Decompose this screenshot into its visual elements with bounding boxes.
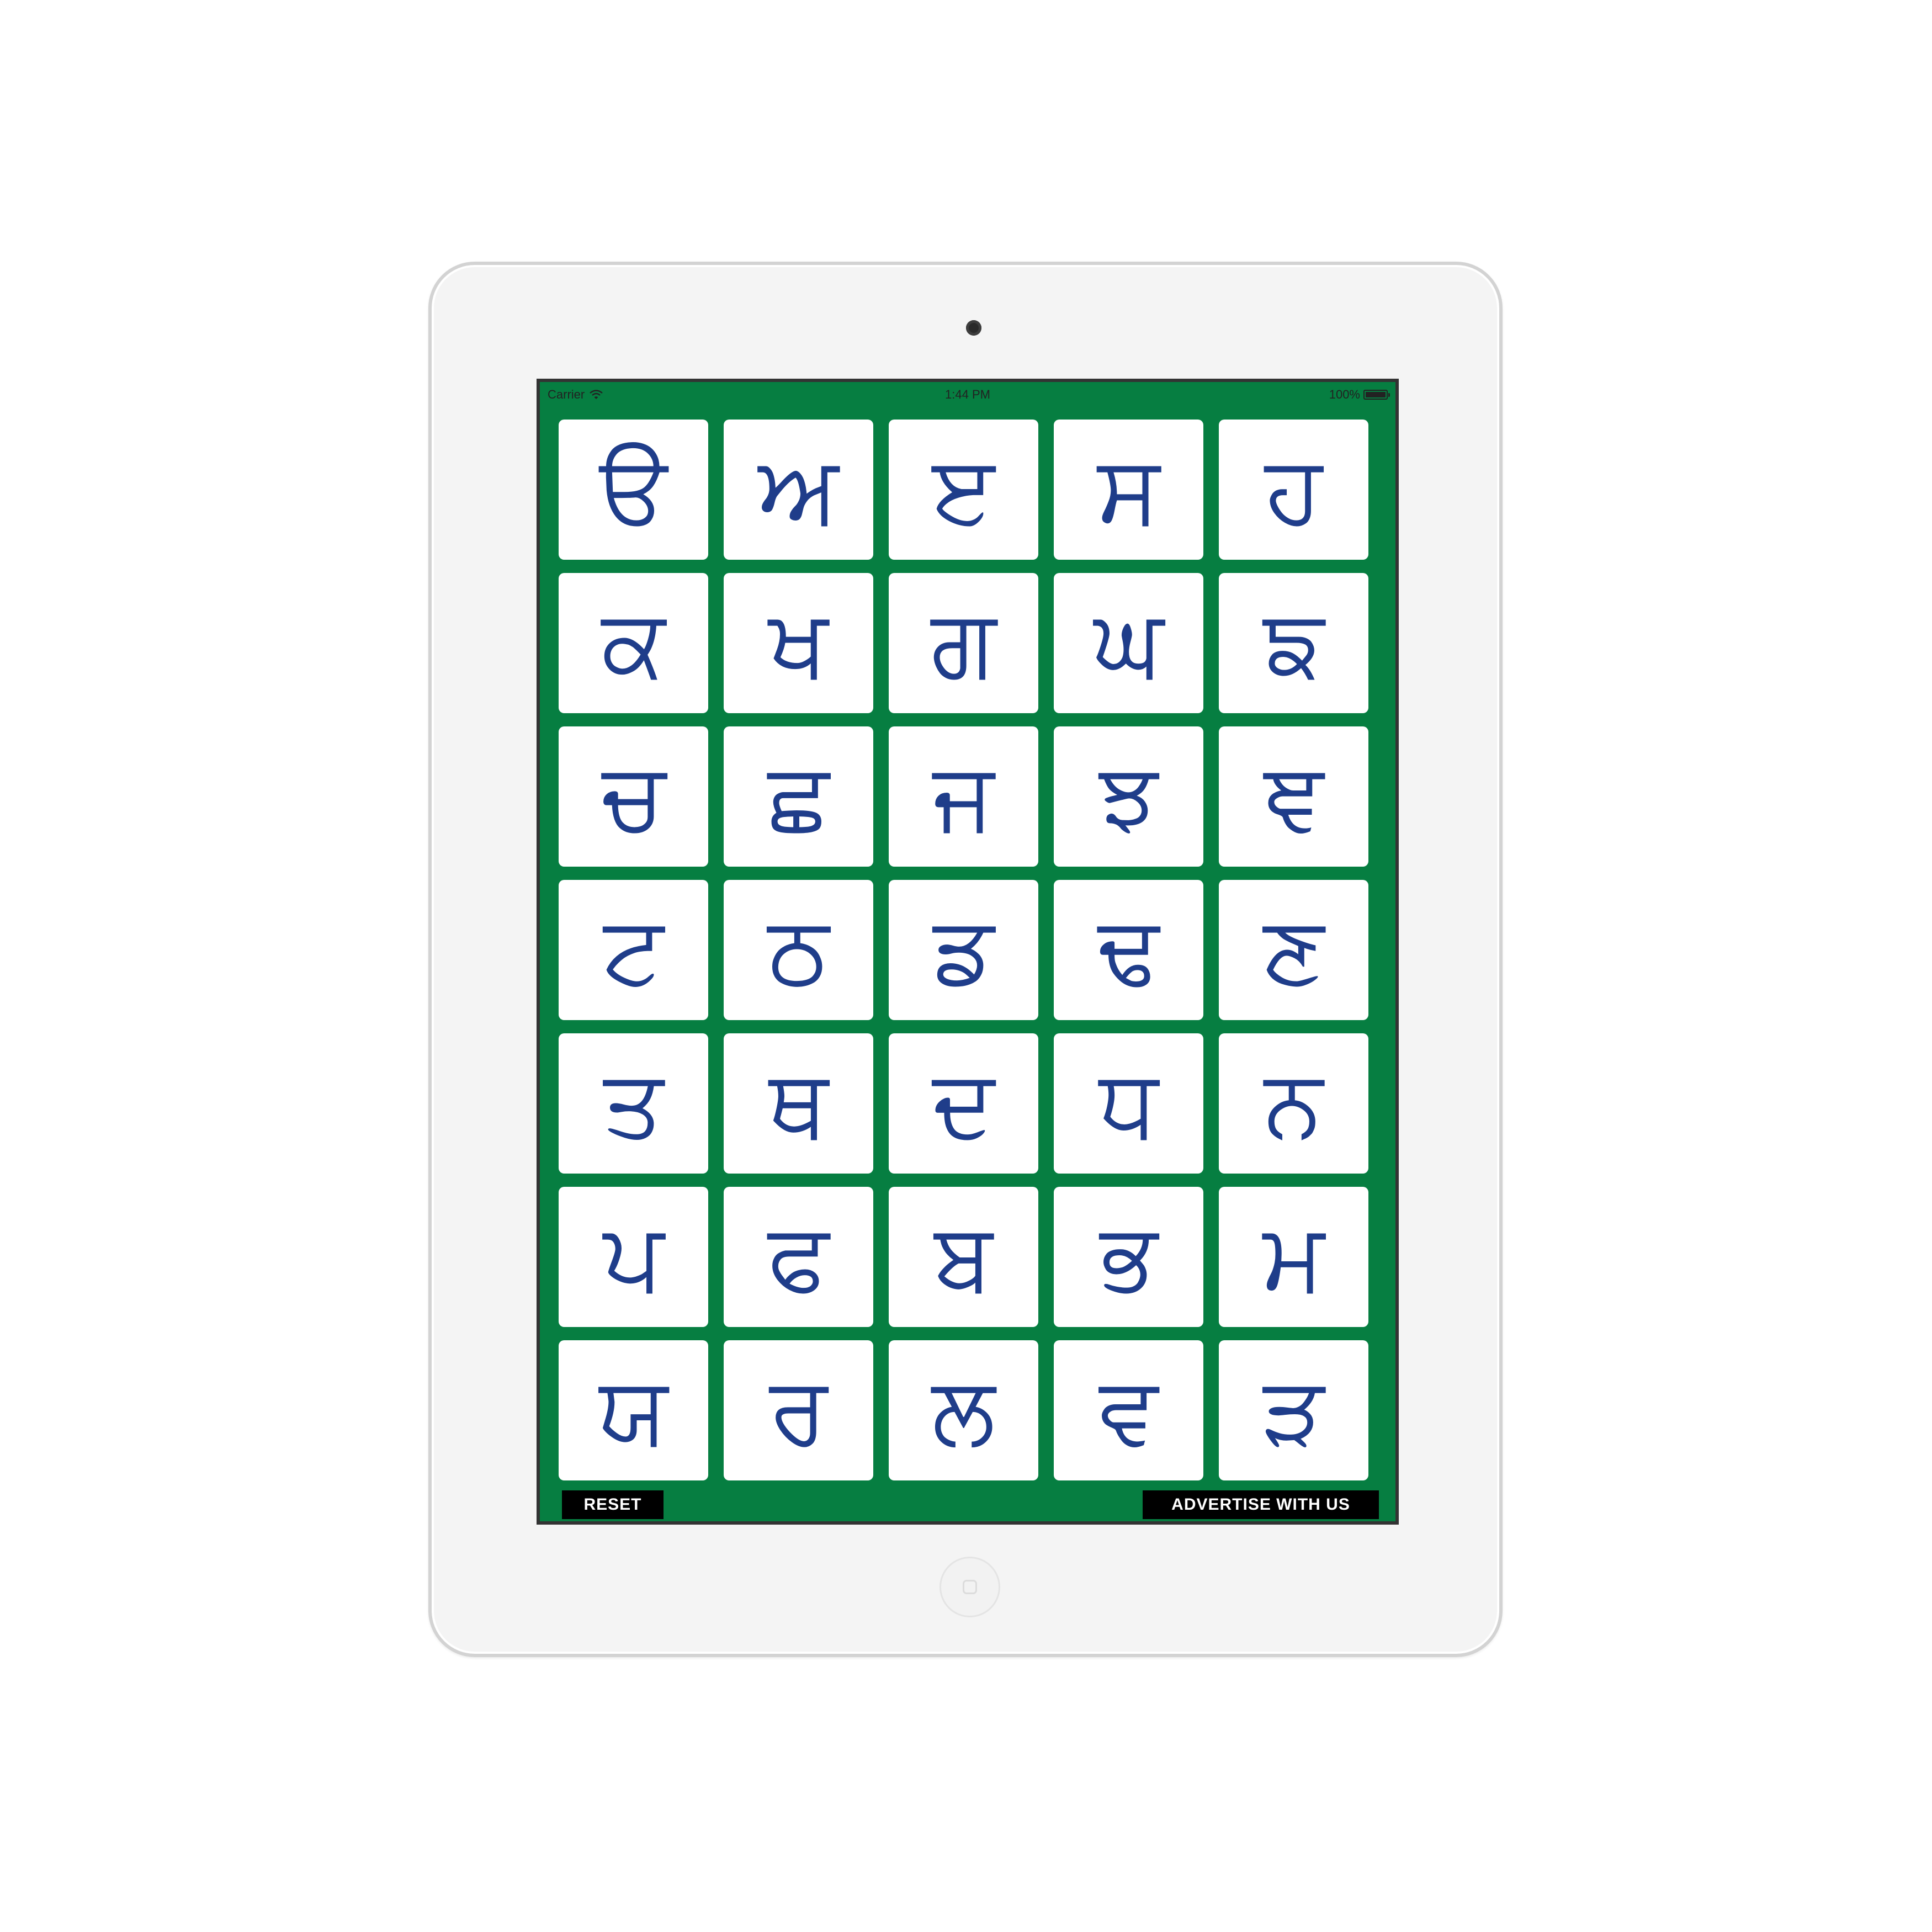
letter-tile[interactable]: ਪ xyxy=(559,1187,708,1327)
letter-glyph: ਛ xyxy=(767,742,830,851)
letter-glyph: ਲ xyxy=(932,1356,995,1465)
letter-tile[interactable]: ਫ xyxy=(724,1187,873,1327)
letter-glyph: ਢ xyxy=(1097,895,1159,1005)
app-screen: Carrier 1:44 PM 100% ੳਅੲਸਹ ਕਖਗਘਙ ਚਛਜਝਞ ਟਠਡਢ… xyxy=(537,379,1399,1525)
letter-tile[interactable]: ਛ xyxy=(724,726,873,867)
letter-tile[interactable]: ਸ xyxy=(1054,420,1203,560)
letter-tile[interactable]: ਤ xyxy=(559,1033,708,1174)
letter-glyph: ਵ xyxy=(1099,1356,1158,1465)
letter-glyph: ਧ xyxy=(1098,1049,1159,1158)
camera-icon xyxy=(966,320,981,336)
letter-glyph: ਥ xyxy=(768,1049,829,1158)
letter-glyph: ਬ xyxy=(934,1202,993,1312)
letter-glyph: ਤ xyxy=(603,1049,664,1158)
letter-glyph: ਘ xyxy=(1094,588,1164,698)
letter-glyph: ਯ xyxy=(599,1356,668,1465)
letter-tile[interactable]: ਣ xyxy=(1219,880,1368,1020)
letter-glyph: ਦ xyxy=(932,1049,995,1158)
letter-tile[interactable]: ਞ xyxy=(1219,726,1368,867)
battery-icon xyxy=(1363,390,1390,400)
letter-tile[interactable]: ਖ xyxy=(724,573,873,713)
letter-tile[interactable]: ਝ xyxy=(1054,726,1203,867)
letter-glyph: ਣ xyxy=(1263,895,1324,1005)
letter-tile[interactable]: ਵ xyxy=(1054,1340,1203,1480)
letter-glyph: ਪ xyxy=(603,1202,664,1312)
status-time: 1:44 PM xyxy=(945,388,990,401)
letter-glyph: ਙ xyxy=(1263,588,1324,698)
letter-glyph: ਜ xyxy=(932,742,994,851)
status-bar: Carrier 1:44 PM 100% xyxy=(540,382,1395,406)
letter-glyph: ੳ xyxy=(599,435,668,544)
letter-glyph: ਞ xyxy=(1264,742,1324,851)
letter-grid: ੳਅੲਸਹ ਕਖਗਘਙ ਚਛਜਝਞ ਟਠਡਢਣ ਤਥਦਧਨ ਪਫਬਭਮ ਯਰਲਵੜ xyxy=(559,420,1368,1480)
letter-glyph: ਸ xyxy=(1097,435,1160,544)
battery-level-fill xyxy=(1366,392,1386,397)
letter-tile[interactable]: ਥ xyxy=(724,1033,873,1174)
letter-tile[interactable]: ਰ xyxy=(724,1340,873,1480)
advertise-button[interactable]: ADVERTISE WITH US xyxy=(1143,1490,1379,1519)
letter-glyph: ਭ xyxy=(1100,1202,1158,1312)
letter-tile[interactable]: ੳ xyxy=(559,420,708,560)
home-button[interactable] xyxy=(940,1557,1000,1617)
letter-glyph: ਫ xyxy=(767,1202,829,1312)
letter-glyph: ਹ xyxy=(1265,435,1323,544)
letter-glyph: ਠ xyxy=(767,895,830,1005)
home-square-icon xyxy=(963,1580,977,1594)
letter-tile[interactable]: ਅ xyxy=(724,420,873,560)
letter-tile[interactable]: ਘ xyxy=(1054,573,1203,713)
letter-tile[interactable]: ਯ xyxy=(559,1340,708,1480)
letter-glyph: ਚ xyxy=(602,742,665,851)
letter-tile[interactable]: ਗ xyxy=(889,573,1038,713)
letter-glyph: ਝ xyxy=(1099,742,1158,851)
letter-glyph: ਨ xyxy=(1264,1049,1323,1158)
letter-glyph: ਗ xyxy=(931,588,996,698)
letter-tile[interactable]: ਟ xyxy=(559,880,708,1020)
letter-tile[interactable]: ਦ xyxy=(889,1033,1038,1174)
letter-glyph: ਕ xyxy=(601,588,666,698)
letter-tile[interactable]: ਬ xyxy=(889,1187,1038,1327)
battery-group: 100% xyxy=(1329,388,1390,402)
letter-glyph: ਰ xyxy=(769,1356,828,1465)
letter-glyph: ਮ xyxy=(1262,1202,1325,1312)
letter-tile[interactable]: ਲ xyxy=(889,1340,1038,1480)
letter-glyph: ਡ xyxy=(933,895,994,1005)
letter-tile[interactable]: ੜ xyxy=(1219,1340,1368,1480)
letter-glyph: ੲ xyxy=(932,435,995,544)
letter-tile[interactable]: ਠ xyxy=(724,880,873,1020)
letter-glyph: ਟ xyxy=(603,895,664,1005)
letter-tile[interactable]: ਙ xyxy=(1219,573,1368,713)
letter-tile[interactable]: ਡ xyxy=(889,880,1038,1020)
letter-tile[interactable]: ਮ xyxy=(1219,1187,1368,1327)
letter-glyph: ੜ xyxy=(1262,1356,1324,1465)
letter-tile[interactable]: ਜ xyxy=(889,726,1038,867)
letter-tile[interactable]: ਨ xyxy=(1219,1033,1368,1174)
letter-tile[interactable]: ਭ xyxy=(1054,1187,1203,1327)
battery-percent: 100% xyxy=(1329,388,1360,401)
letter-glyph: ਅ xyxy=(758,435,839,544)
letter-tile[interactable]: ਕ xyxy=(559,573,708,713)
letter-tile[interactable]: ਹ xyxy=(1219,420,1368,560)
stage: Carrier 1:44 PM 100% ੳਅੲਸਹ ਕਖਗਘਙ ਚਛਜਝਞ ਟਠਡਢ… xyxy=(0,0,1932,1932)
letter-tile[interactable]: ਢ xyxy=(1054,880,1203,1020)
letter-tile[interactable]: ਧ xyxy=(1054,1033,1203,1174)
letter-tile[interactable]: ੲ xyxy=(889,420,1038,560)
letter-glyph: ਖ xyxy=(768,588,829,698)
reset-button[interactable]: RESET xyxy=(562,1490,664,1519)
letter-tile[interactable]: ਚ xyxy=(559,726,708,867)
